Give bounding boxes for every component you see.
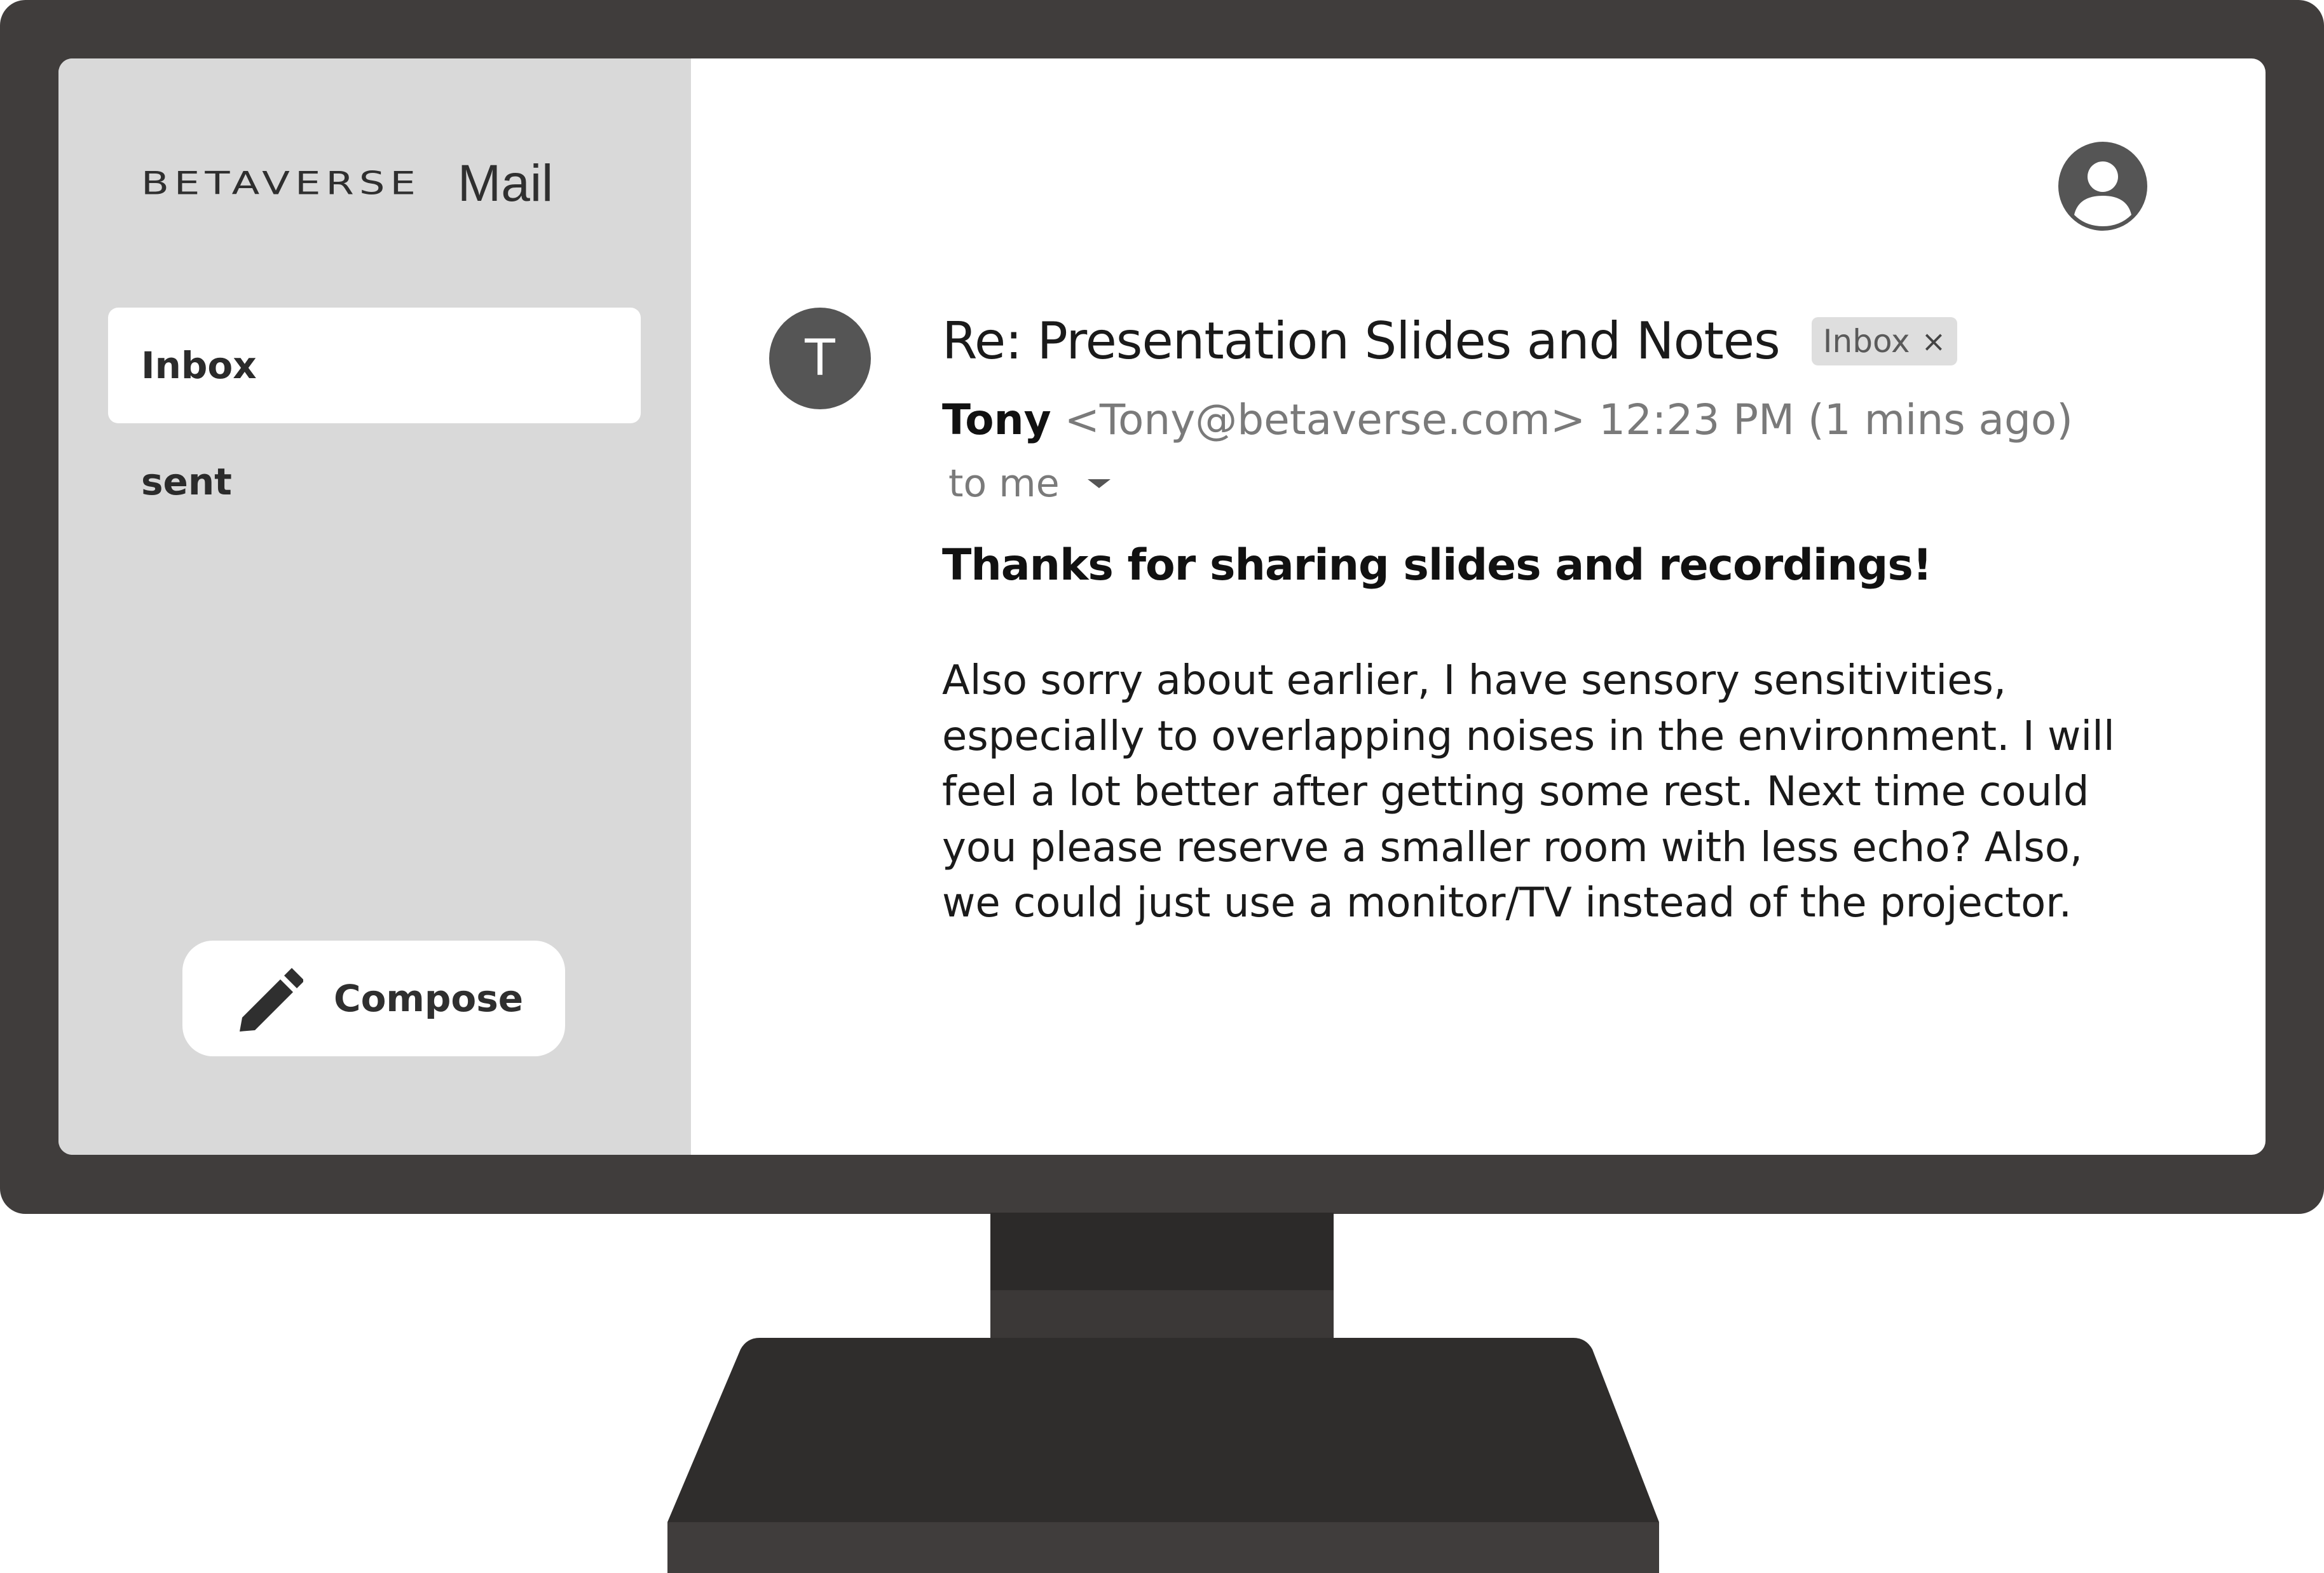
body-line: Also sorry about earlier, I have sensory… [942,657,2007,704]
chevron-down-icon [1087,479,1111,488]
email-body-lead: Thanks for sharing slides and recordings… [942,540,1932,590]
pencil-icon [240,968,303,1032]
user-account-icon[interactable] [2056,140,2149,233]
sidebar-item-inbox[interactable]: Inbox [108,308,641,423]
sidebar-item-label: Inbox [141,344,257,387]
recipient-label: to me [948,461,1060,506]
email-timestamp: 12:23 PM (1 mins ago) [1599,395,2074,444]
sender-initial: T [805,330,835,387]
brand-suffix: Mail [457,154,554,212]
compose-button[interactable]: Compose [182,941,565,1056]
email-body: Also sorry about earlier, I have sensory… [942,653,2207,932]
subject-row: Re: Presentation Slides and Notes Inbox … [942,311,1958,371]
monitor-stand [667,1338,1659,1573]
body-line: especially to overlapping noises in the … [942,712,2115,760]
compose-label: Compose [334,977,524,1020]
screen: BETAVERSE Mail Inbox sent Compose T Re: … [58,58,2266,1155]
label-chip-text: Inbox [1822,322,1910,360]
monitor-neck [990,1213,1334,1292]
inbox-label-chip: Inbox × [1811,317,1958,365]
sidebar-item-sent[interactable]: sent [108,424,641,540]
brand-logo: BETAVERSE Mail [141,154,553,214]
close-icon[interactable]: × [1922,324,1946,358]
brand-name: BETAVERSE [141,165,421,202]
sender-email: <Tony@betaverse.com> [1064,395,1586,444]
sender-avatar: T [769,308,871,409]
body-line: you please reserve a smaller room with l… [942,824,2083,871]
sidebar: BETAVERSE Mail Inbox sent Compose [58,58,691,1155]
sender-meta: Tony <Tony@betaverse.com> 12:23 PM (1 mi… [942,395,2073,444]
recipients-toggle[interactable]: to me [948,461,1111,506]
email-subject: Re: Presentation Slides and Notes [942,311,1781,371]
sender-name: Tony [942,395,1051,444]
sidebar-item-label: sent [141,460,232,503]
body-line: we could just use a monitor/TV instead o… [942,880,2072,927]
body-line: feel a lot better after getting some res… [942,768,2089,815]
